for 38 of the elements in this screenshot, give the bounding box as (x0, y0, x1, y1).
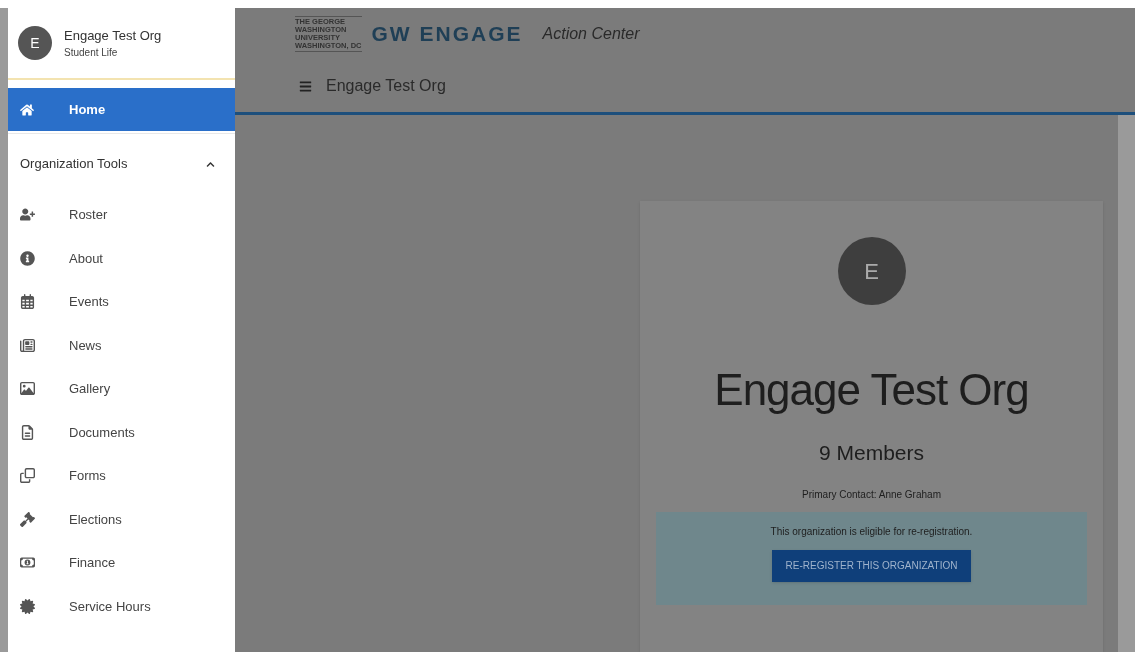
section-header[interactable]: Organization Tools (8, 135, 235, 193)
brand-title: GW ENGAGE (371, 21, 523, 48)
card-org-name: Engage Test Org (714, 364, 1029, 416)
org-category: Student Life (64, 46, 119, 61)
gavel-icon (20, 511, 35, 527)
notice-text: This organization is eligible for re-registration. (770, 524, 973, 539)
calendar-icon (20, 294, 35, 310)
nav-item[interactable]: Documents (8, 410, 235, 454)
nav-item[interactable]: Finance (8, 541, 235, 585)
nav-item[interactable]: About (8, 236, 235, 280)
banknote-icon (20, 555, 35, 571)
info-icon (20, 250, 35, 266)
nav-item[interactable]: News (8, 323, 235, 367)
nav-item[interactable]: Gallery (8, 367, 235, 411)
newspaper-icon (20, 337, 35, 353)
nav-item[interactable]: Elections (8, 497, 235, 541)
user-plus-icon (20, 207, 35, 223)
re-register-button[interactable]: RE-REGISTER THIS ORGANIZATION (771, 549, 972, 582)
badge-icon (20, 598, 35, 614)
nav-item[interactable]: Forms (8, 454, 235, 498)
image-icon (20, 381, 35, 397)
chevron-up-icon (206, 159, 215, 169)
scrollbar[interactable] (1118, 115, 1135, 652)
org-name: Engage Test Org (64, 26, 162, 45)
copy-icon (20, 468, 35, 484)
org-title: Engage Test Org (326, 76, 446, 96)
home-nav-item[interactable]: Home (8, 88, 235, 131)
page-subtitle: Action Center (542, 24, 640, 44)
org-avatar: E (18, 26, 52, 60)
card-avatar: E (837, 237, 906, 305)
member-count: 9 Members (819, 440, 924, 466)
nav-item[interactable]: Events (8, 280, 235, 324)
nav-item[interactable]: Service Hours (8, 584, 235, 628)
nav-item[interactable]: Roster (8, 193, 235, 237)
primary-contact: Primary Contact: Anne Graham (802, 487, 941, 502)
home-icon (20, 102, 34, 117)
menu-icon[interactable] (299, 79, 312, 93)
document-icon (20, 424, 35, 440)
